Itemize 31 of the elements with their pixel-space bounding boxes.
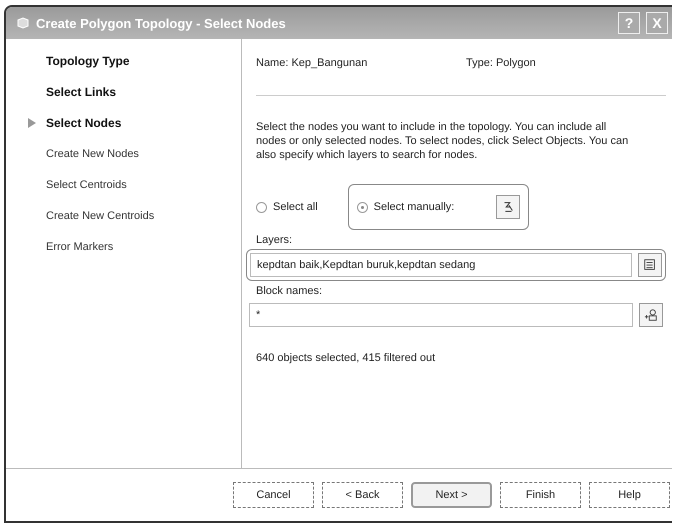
wizard-step[interactable]: Select Centroids [46, 179, 127, 191]
app-icon [16, 16, 30, 30]
radio-label: Select manually: [374, 201, 454, 213]
type-label: Type: Polygon [466, 57, 536, 69]
block-select-button[interactable] [639, 303, 663, 327]
wizard-button[interactable]: Next > [411, 482, 492, 508]
layers-field[interactable]: kepdtan baik,Kepdtan buruk,kepdtan sedang [250, 253, 632, 277]
wizard-step[interactable]: Topology Type [46, 54, 130, 68]
wizard-step[interactable]: Create New Centroids [46, 210, 154, 222]
field-label: Block names: [256, 285, 324, 299]
description-text: Select the nodes you want to include in the topology. You can include all nodes or only selected nodes. To select nodes, click Select Objects. You can also specify which layers to search for nodes. [256, 120, 630, 162]
list-icon [643, 258, 657, 272]
wizard-step[interactable]: Select Nodes [46, 116, 122, 130]
radio-button[interactable] [356, 202, 368, 212]
wizard-step[interactable]: Create New Nodes [46, 148, 139, 160]
field-label: Layers: [256, 234, 294, 248]
wizard-button[interactable]: Cancel [233, 482, 314, 508]
wizard-step[interactable]: Error Markers [46, 241, 114, 253]
window-title: Create Polygon Topology - Select Nodes [36, 16, 286, 30]
wizard-button[interactable]: < Back [322, 482, 403, 508]
layer-list-button[interactable] [638, 253, 662, 277]
block-names-field[interactable]: * [249, 303, 633, 327]
status-text: 640 objects selected, 415 filtered out [256, 352, 436, 364]
add-block-icon [644, 308, 658, 322]
radio-button[interactable] [256, 202, 267, 212]
wizard-step[interactable]: Select Links [46, 85, 116, 99]
select-objects-button[interactable] [496, 195, 520, 219]
wizard-button[interactable]: Finish [500, 482, 581, 508]
wizard-button[interactable]: Help [589, 482, 670, 508]
radio-label: Select all [273, 201, 318, 213]
name-label: Name: Kep_Bangunan [256, 57, 368, 69]
